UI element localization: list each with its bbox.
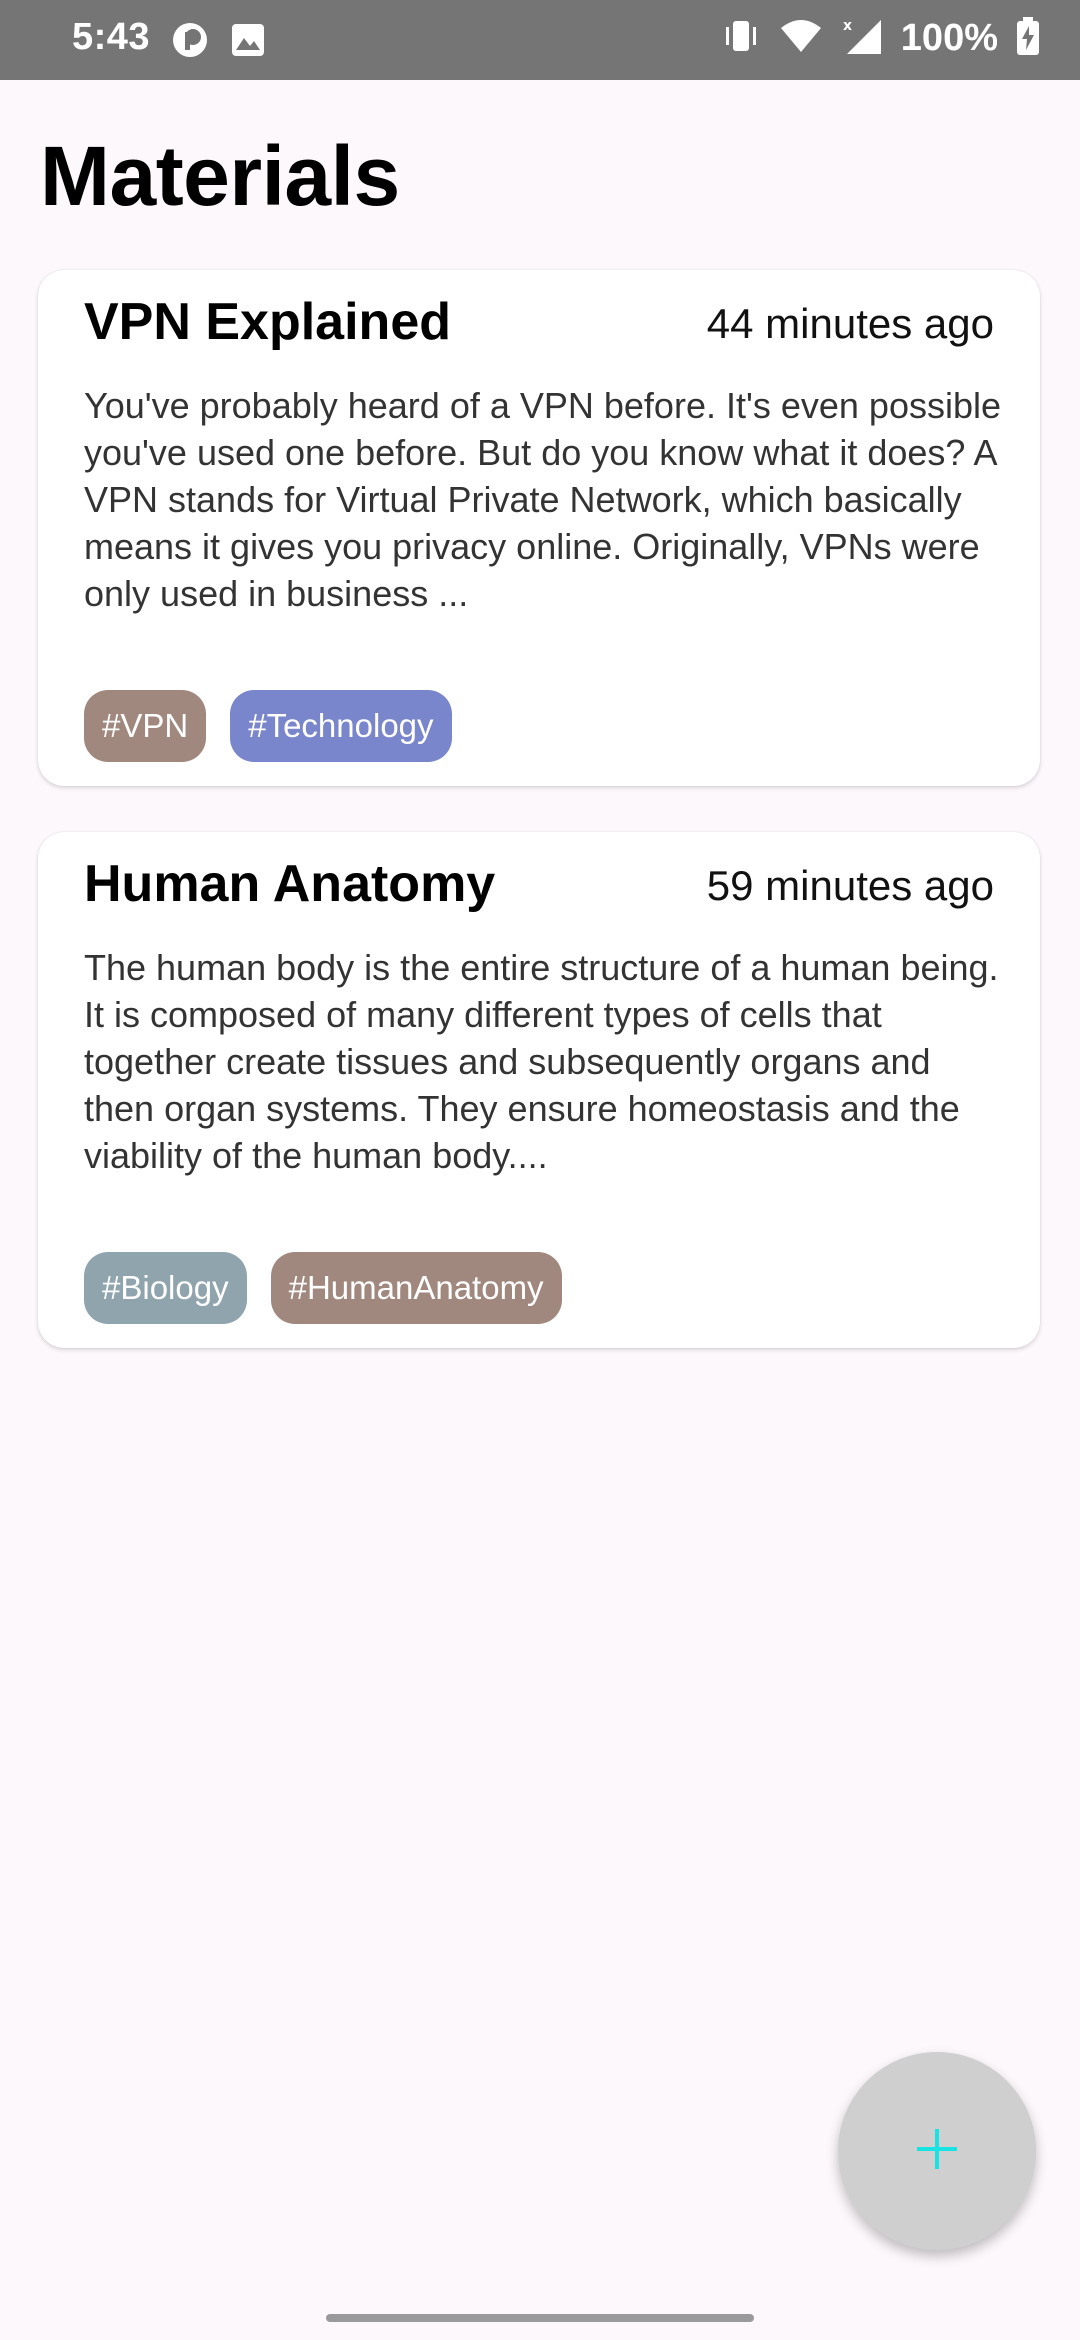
tag-chip[interactable]: #Technology xyxy=(230,690,452,762)
vibrate-icon xyxy=(721,16,761,61)
tag-list: #VPN #Technology xyxy=(84,690,452,762)
material-preview: You've probably heard of a VPN before. I… xyxy=(84,385,1001,614)
tag-chip[interactable]: #Biology xyxy=(84,1252,247,1324)
tag-chip[interactable]: #HumanAnatomy xyxy=(270,1252,562,1324)
material-card[interactable]: VPN Explained 44 minutes ago You've prob… xyxy=(38,270,1040,786)
tag-list: #Biology #HumanAnatomy xyxy=(84,1252,562,1324)
material-timestamp: 44 minutes ago xyxy=(706,300,994,347)
status-bar: 5:43 x 100% xyxy=(0,0,1080,80)
image-icon xyxy=(230,22,266,63)
add-material-button[interactable] xyxy=(838,2052,1036,2250)
status-left-icons xyxy=(170,20,266,65)
svg-text:x: x xyxy=(843,18,852,34)
wifi-icon xyxy=(779,16,823,61)
circle-half-icon xyxy=(170,20,210,65)
material-title: VPN Explained xyxy=(84,293,451,351)
battery-charging-icon xyxy=(1016,16,1040,61)
page-title: Materials xyxy=(40,129,400,223)
tag-chip[interactable]: #VPN xyxy=(84,690,207,762)
gesture-nav-handle[interactable] xyxy=(326,2314,754,2322)
battery-percent: 100% xyxy=(900,17,998,59)
status-right: x 100% xyxy=(721,16,1040,61)
signal-icon: x xyxy=(841,16,883,61)
material-title: Human Anatomy xyxy=(84,855,496,913)
material-card[interactable]: Human Anatomy 59 minutes ago The human b… xyxy=(38,832,1040,1348)
material-preview: The human body is the entire structure o… xyxy=(84,947,999,1176)
material-timestamp: 59 minutes ago xyxy=(706,862,994,909)
plus-icon xyxy=(913,2125,961,2178)
status-time: 5:43 xyxy=(72,16,151,58)
